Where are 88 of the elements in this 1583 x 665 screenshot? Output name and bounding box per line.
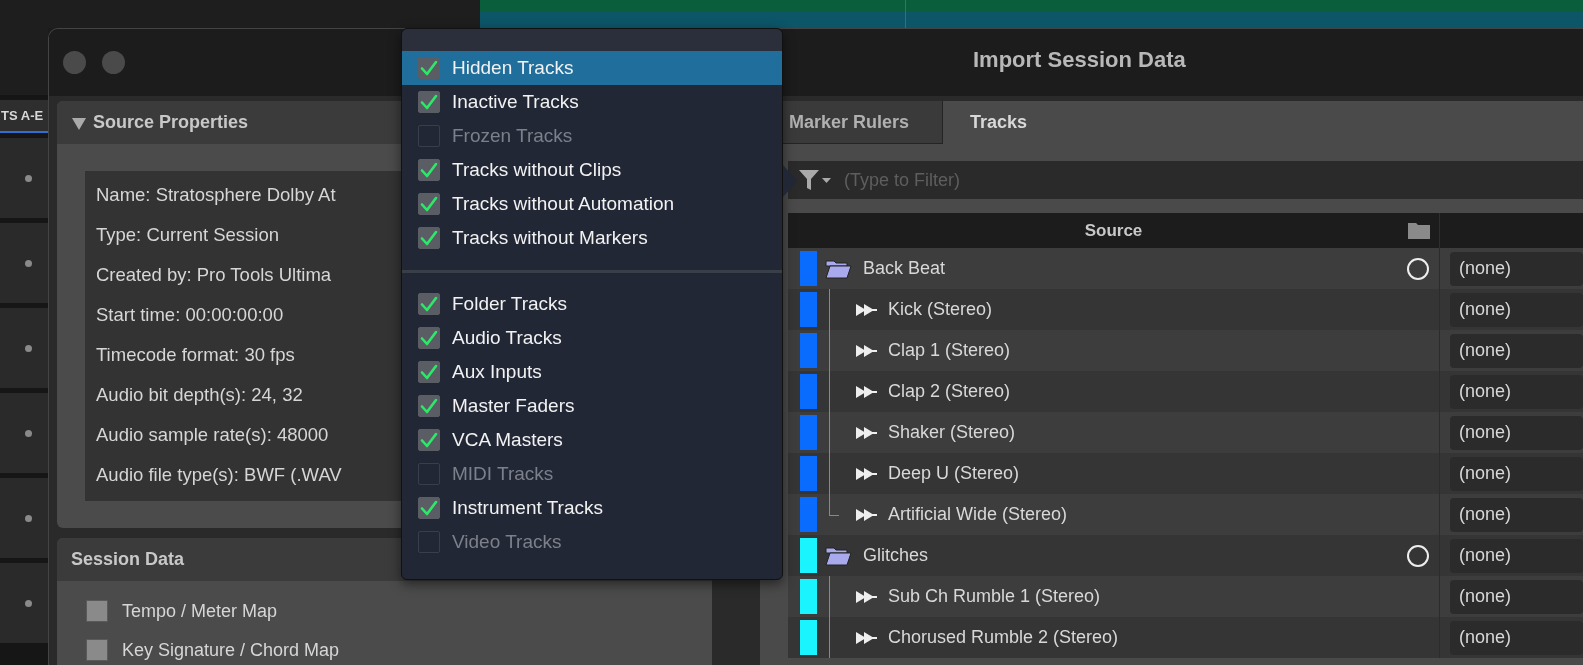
audio-track-icon [855,507,877,522]
track-name: Artificial Wide (Stereo) [888,504,1068,525]
menu-item[interactable]: Tracks without Markers [402,221,782,255]
destination-dropdown[interactable]: (none) [1450,538,1583,573]
destination-dropdown[interactable]: (none) [1450,374,1583,409]
checkbox[interactable] [418,91,440,113]
destination-dropdown[interactable]: (none) [1450,579,1583,614]
menu-item[interactable]: Audio Tracks [402,321,782,355]
property-text: Audio file type(s): BWF (.WAV [96,463,342,487]
checkbox[interactable] [418,159,440,181]
checkbox[interactable] [418,395,440,417]
playhead-line [905,0,906,28]
destination-dropdown[interactable]: (none) [1450,620,1583,655]
menu-item[interactable]: Master Faders [402,389,782,423]
checkbox[interactable] [418,463,440,485]
checkbox[interactable] [418,227,440,249]
property-text: Type: Current Session [96,223,280,247]
destination-dropdown[interactable]: (none) [1450,415,1583,450]
checkbox[interactable] [418,293,440,315]
menu-item[interactable]: Aux Inputs [402,355,782,389]
checkbox[interactable] [418,327,440,349]
checkbox-label: Tempo / Meter Map [122,600,278,622]
checkbox[interactable] [418,497,440,519]
audio-track-icon [855,302,877,317]
destination-dropdown[interactable]: (none) [1450,333,1583,368]
track-row[interactable]: Sub Ch Rumble 1 (Stereo) (none) [788,576,1583,617]
folder-icon [825,545,852,566]
property-text: Audio bit depth(s): 24, 32 [96,383,303,407]
folder-icon [1407,221,1431,240]
checkbox-label: Key Signature / Chord Map [122,639,340,661]
filter-icon[interactable] [798,169,832,191]
menu-item[interactable]: MIDI Tracks [402,457,782,491]
track-name: Clap 1 (Stereo) [888,340,1011,361]
destination-dropdown[interactable]: (none) [1450,497,1583,532]
circle-icon [1407,257,1429,280]
window-title: Import Session Data [973,47,1186,73]
track-row[interactable]: Glitches (none) [788,535,1583,576]
column-header[interactable]: Source [788,213,1440,248]
property-text: Created by: Pro Tools Ultima [96,263,332,287]
checkbox[interactable] [86,639,108,661]
checkbox[interactable] [418,429,440,451]
folder-track-name: Glitches [863,545,929,566]
track-name: Deep U (Stereo) [888,463,1020,484]
property-text: Name: Stratosphere Dolby At [96,183,336,207]
menu-item[interactable]: Video Tracks [402,525,782,559]
checkbox[interactable] [418,193,440,215]
menu-item[interactable]: Instrument Tracks [402,491,782,525]
track-row[interactable]: Clap 1 (Stereo) (none) [788,330,1583,371]
track-name: Shaker (Stereo) [888,422,1016,443]
audio-track-icon [855,630,877,645]
property-text: Timecode format: 30 fps [96,343,295,367]
audio-track-icon [855,343,877,358]
track-row[interactable]: Artificial Wide (Stereo) (none) [788,494,1583,535]
checkbox[interactable] [418,57,440,79]
section-title: Source Properties [93,112,249,133]
circle-icon [1407,544,1429,567]
track-name: Clap 2 (Stereo) [888,381,1011,402]
track-row[interactable]: Deep U (Stereo) (none) [788,453,1583,494]
destination-dropdown[interactable]: (none) [1450,251,1583,286]
destination-dropdown[interactable]: (none) [1450,456,1583,491]
track-name: Sub Ch Rumble 1 (Stereo) [888,586,1101,607]
track-row[interactable]: Chorused Rumble 2 (Stereo) (none) [788,617,1583,658]
track-row[interactable]: Clap 2 (Stereo) (none) [788,371,1583,412]
folder-icon [825,258,852,279]
menu-item[interactable]: Tracks without Clips [402,153,782,187]
section-title: Session Data [71,549,185,570]
property-text: Audio sample rate(s): 48000 [96,423,329,447]
audio-track-icon [855,466,877,481]
menu-item[interactable]: Folder Tracks [402,287,782,321]
track-name: Kick (Stereo) [888,299,993,320]
checkbox[interactable] [418,125,440,147]
menu-item[interactable]: Tracks without Automation [402,187,782,221]
menu-item[interactable]: VCA Masters [402,423,782,457]
property-text: Start time: 00:00:00:00 [96,303,284,327]
audio-track-icon [855,425,877,440]
track-row[interactable]: Kick (Stereo) (none) [788,289,1583,330]
folder-track-name: Back Beat [863,258,946,279]
track-row[interactable]: Shaker (Stereo) (none) [788,412,1583,453]
audio-track-icon [855,384,877,399]
menu-item[interactable]: Hidden Tracks [402,51,782,85]
checkbox[interactable] [418,361,440,383]
audio-track-icon [855,589,877,604]
destination-dropdown[interactable]: (none) [1450,292,1583,327]
checkbox[interactable] [418,531,440,553]
track-row[interactable]: Back Beat (none) [788,248,1583,289]
checkbox[interactable] [86,600,108,622]
track-name: Chorused Rumble 2 (Stereo) [888,627,1119,648]
track-label: TS A-E [0,100,48,133]
